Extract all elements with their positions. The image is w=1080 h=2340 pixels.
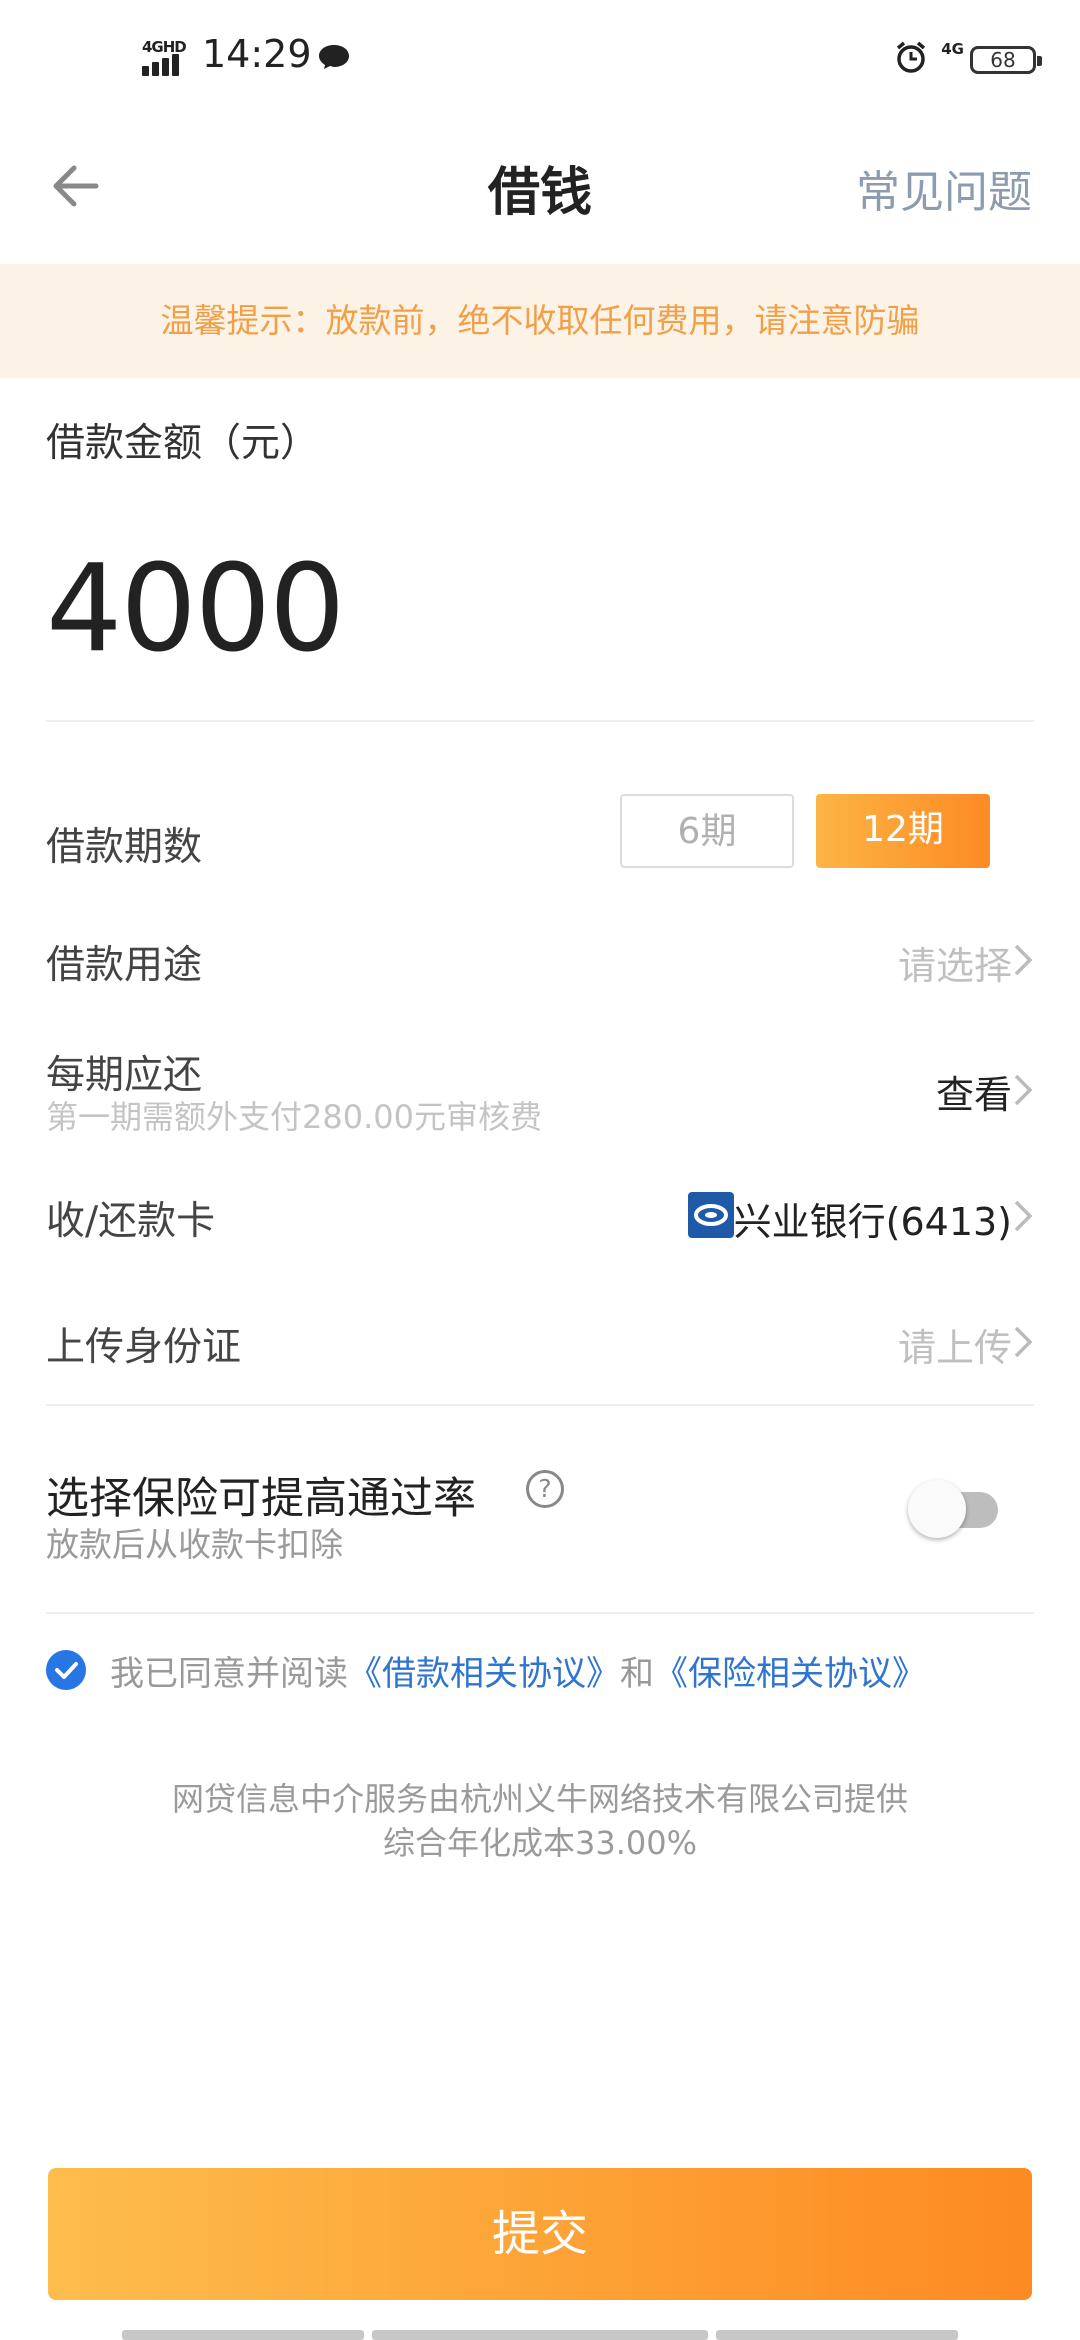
signal-icon: 4GHD xyxy=(142,38,190,76)
network-4g-label: 4G xyxy=(941,40,964,58)
insurance-title: 选择保险可提高通过率 xyxy=(46,1474,476,1524)
nav-bar: 借钱 常见问题 xyxy=(0,120,1080,260)
message-icon xyxy=(319,45,349,69)
alarm-icon xyxy=(896,41,926,73)
status-bar: 4GHD 14:29 4G 68 xyxy=(0,0,1080,120)
amount-input[interactable]: 4000 xyxy=(46,540,345,679)
divider xyxy=(46,1612,1034,1614)
id-upload-value: 请上传 xyxy=(897,1326,1012,1370)
insurance-agreement-link[interactable]: 《保险相关协议》 xyxy=(654,1654,926,1694)
bank-logo-icon xyxy=(688,1192,734,1238)
agreement-and: 和 xyxy=(620,1654,654,1694)
chevron-right-icon xyxy=(1014,1200,1033,1232)
insurance-note: 放款后从收款卡扣除 xyxy=(46,1525,343,1564)
annual-cost-text: 综合年化成本33.00% xyxy=(382,1824,698,1862)
battery-icon: 68 xyxy=(970,46,1042,74)
notice-text: 温馨提示：放款前，绝不收取任何费用，请注意防骗 xyxy=(160,301,920,340)
chevron-right-icon xyxy=(1014,1326,1033,1358)
installment-view: 查看 xyxy=(935,1073,1012,1117)
purpose-value: 请选择 xyxy=(897,944,1012,988)
divider xyxy=(46,1404,1034,1406)
agreement-text: 我已同意并阅读《借款相关协议》和《保险相关协议》 xyxy=(110,1646,926,1695)
chevron-right-icon xyxy=(1014,1074,1033,1106)
card-bank: 兴业银行(6413) xyxy=(733,1200,1012,1244)
home-indicator xyxy=(372,2330,708,2340)
card-row[interactable]: 收/还款卡 兴业银行(6413) xyxy=(46,1186,1034,1246)
notice-banner: 温馨提示：放款前，绝不收取任何费用，请注意防骗 xyxy=(0,264,1080,378)
status-time: 14:29 xyxy=(202,32,312,76)
purpose-row[interactable]: 借款用途 请选择 xyxy=(46,930,1034,990)
service-provider-text: 网贷信息中介服务由杭州义牛网络技术有限公司提供 xyxy=(171,1780,908,1818)
divider xyxy=(46,720,1034,722)
submit-button[interactable]: 提交 xyxy=(48,2168,1032,2300)
purpose-label: 借款用途 xyxy=(46,943,203,988)
card-label: 收/还款卡 xyxy=(46,1199,216,1244)
battery-level: 68 xyxy=(990,48,1016,72)
chevron-right-icon xyxy=(1014,944,1033,976)
checkbox-checked-icon[interactable] xyxy=(46,1650,86,1690)
network-type: 4GHD xyxy=(142,38,187,56)
home-indicator xyxy=(122,2330,364,2340)
id-upload-label: 上传身份证 xyxy=(46,1325,242,1370)
id-upload-row[interactable]: 上传身份证 请上传 xyxy=(46,1312,1034,1372)
insurance-toggle[interactable] xyxy=(908,1480,1000,1538)
home-indicator xyxy=(716,2330,958,2340)
term-option-6[interactable]: 6期 xyxy=(620,794,794,868)
faq-link[interactable]: 常见问题 xyxy=(856,156,1032,220)
agreement-prefix: 我已同意并阅读 xyxy=(110,1654,348,1694)
term-option-12[interactable]: 12期 xyxy=(816,794,990,868)
toggle-knob xyxy=(908,1480,966,1538)
term-label: 借款期数 xyxy=(46,825,203,870)
help-icon[interactable]: ? xyxy=(526,1470,564,1508)
installment-row[interactable]: 每期应还 第一期需额外支付280.00元审核费 查看 xyxy=(46,1040,1034,1140)
loan-agreement-link[interactable]: 《借款相关协议》 xyxy=(348,1654,620,1694)
installment-note: 第一期需额外支付280.00元审核费 xyxy=(46,1098,542,1136)
amount-label: 借款金额（元） xyxy=(46,421,320,466)
